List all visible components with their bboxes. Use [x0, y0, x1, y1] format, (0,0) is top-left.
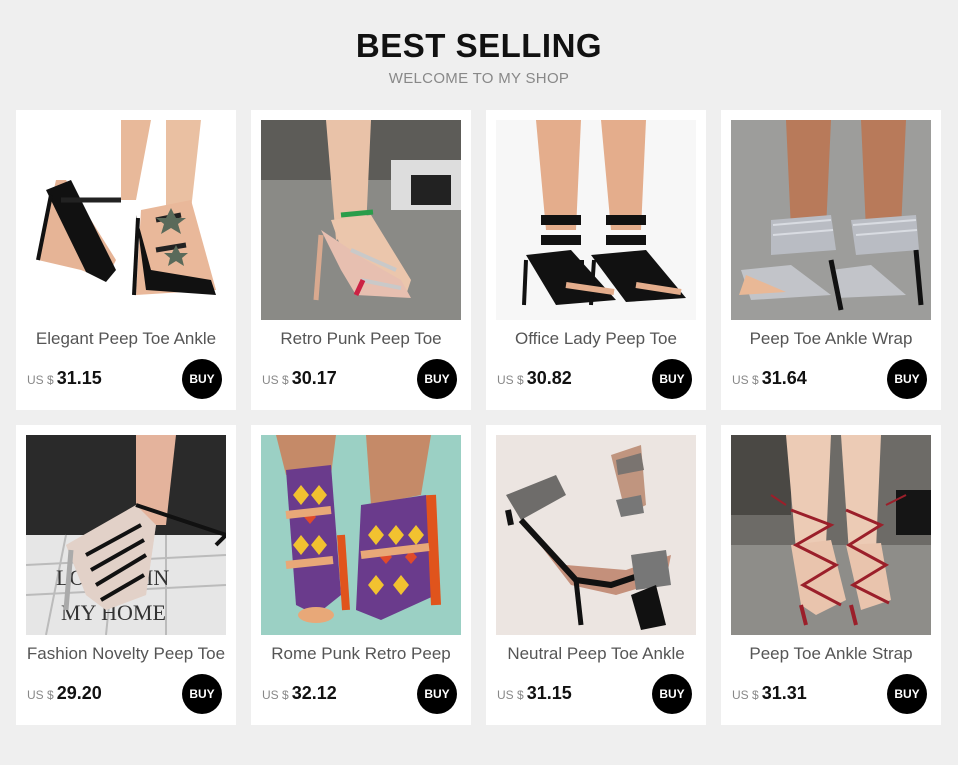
product-image[interactable] [731, 120, 931, 320]
price-row: US $ 30.82 [497, 368, 572, 392]
buy-button[interactable]: BUY [887, 359, 927, 399]
currency-label: US $ [27, 688, 54, 702]
product-price: 32.12 [291, 683, 337, 703]
product-card[interactable]: Peep Toe Ankle Wrap US $ 31.64 BUY [721, 110, 941, 410]
product-price: 31.64 [761, 368, 807, 388]
currency-label: US $ [262, 688, 289, 702]
price-row: US $ 31.15 [27, 368, 102, 392]
product-name[interactable]: Fashion Novelty Peep Toe [16, 643, 236, 665]
product-price: 31.15 [526, 683, 572, 703]
product-name[interactable]: Rome Punk Retro Peep [251, 643, 471, 665]
product-card[interactable]: Peep Toe Ankle Strap US $ 31.31 BUY [721, 425, 941, 725]
product-price: 30.82 [526, 368, 572, 388]
price-row: US $ 29.20 [27, 683, 102, 707]
page-subtitle: WELCOME TO MY SHOP [388, 70, 570, 87]
product-image[interactable] [261, 120, 461, 320]
product-grid: Elegant Peep Toe Ankle US $ 31.15 BUY Re… [16, 110, 942, 725]
product-image[interactable] [261, 435, 461, 635]
product-name[interactable]: Neutral Peep Toe Ankle [486, 643, 706, 665]
buy-button[interactable]: BUY [417, 359, 457, 399]
currency-label: US $ [732, 373, 759, 387]
product-card[interactable]: Rome Punk Retro Peep US $ 32.12 BUY [251, 425, 471, 725]
product-image[interactable]: LO IS IN MY HOME [26, 435, 226, 635]
product-card[interactable]: Retro Punk Peep Toe US $ 30.17 BUY [251, 110, 471, 410]
price-row: US $ 31.15 [497, 683, 572, 707]
currency-label: US $ [497, 688, 524, 702]
product-price: 29.20 [56, 683, 102, 703]
price-row: US $ 31.31 [732, 683, 807, 707]
buy-button[interactable]: BUY [417, 674, 457, 714]
currency-label: US $ [262, 373, 289, 387]
price-row: US $ 32.12 [262, 683, 337, 707]
product-image[interactable] [731, 435, 931, 635]
product-image[interactable] [496, 120, 696, 320]
product-price: 31.31 [761, 683, 807, 703]
buy-button[interactable]: BUY [652, 359, 692, 399]
product-name[interactable]: Elegant Peep Toe Ankle [16, 328, 236, 350]
buy-button[interactable]: BUY [887, 674, 927, 714]
currency-label: US $ [27, 373, 54, 387]
product-name[interactable]: Peep Toe Ankle Wrap [721, 328, 941, 350]
product-price: 30.17 [291, 368, 337, 388]
page-header: BEST SELLING WELCOME TO MY SHOP [0, 26, 958, 87]
page-title: BEST SELLING [355, 27, 603, 64]
price-row: US $ 31.64 [732, 368, 807, 392]
currency-label: US $ [497, 373, 524, 387]
buy-button[interactable]: BUY [182, 674, 222, 714]
buy-button[interactable]: BUY [652, 674, 692, 714]
product-card[interactable]: Neutral Peep Toe Ankle US $ 31.15 BUY [486, 425, 706, 725]
product-card[interactable]: Elegant Peep Toe Ankle US $ 31.15 BUY [16, 110, 236, 410]
product-price: 31.15 [56, 368, 102, 388]
product-image[interactable] [496, 435, 696, 635]
currency-label: US $ [732, 688, 759, 702]
product-card[interactable]: Office Lady Peep Toe US $ 30.82 BUY [486, 110, 706, 410]
product-name[interactable]: Retro Punk Peep Toe [251, 328, 471, 350]
buy-button[interactable]: BUY [182, 359, 222, 399]
product-card[interactable]: LO IS IN MY HOME Fashion Novelty Peep To… [16, 425, 236, 725]
product-name[interactable]: Office Lady Peep Toe [486, 328, 706, 350]
product-image[interactable] [26, 120, 226, 320]
price-row: US $ 30.17 [262, 368, 337, 392]
product-name[interactable]: Peep Toe Ankle Strap [721, 643, 941, 665]
